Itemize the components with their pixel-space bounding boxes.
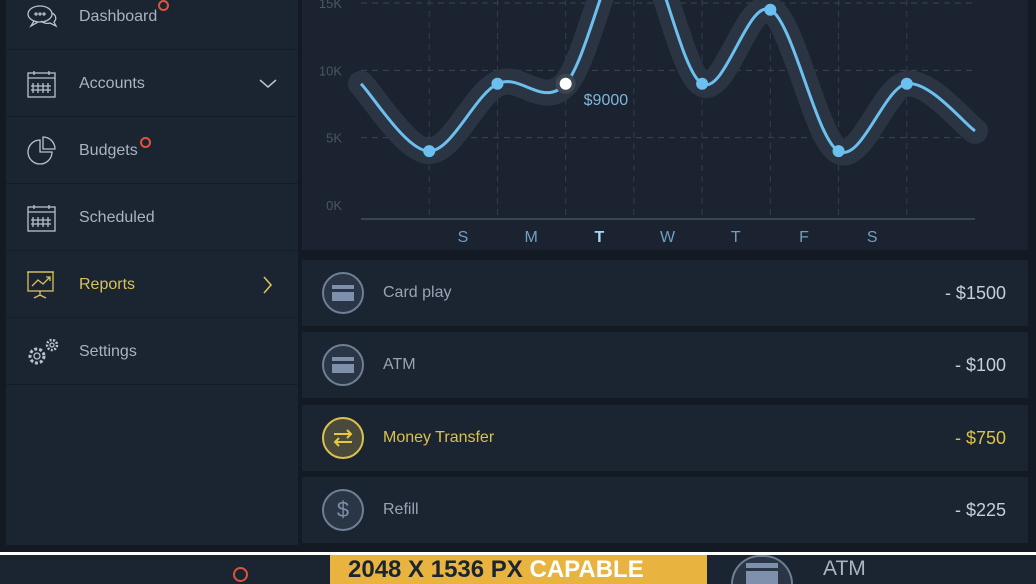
- banner-text: 2048 X 1536 PX: [348, 556, 530, 583]
- sidebar-item-label: Accounts: [79, 74, 145, 92]
- data-point: [832, 145, 845, 158]
- transfer-arrows-icon: [322, 417, 364, 459]
- data-point: [764, 3, 777, 16]
- credit-card-icon: [731, 555, 793, 584]
- transaction-amount: - $750: [954, 427, 1006, 448]
- presentation-chart-icon: [27, 270, 54, 299]
- x-tick-label: F: [799, 229, 809, 246]
- transaction-row[interactable]: Card play - $1500: [302, 260, 1028, 326]
- preview-strip: 2048 X 1536 PX CAPABLE ATM: [0, 552, 1036, 584]
- credit-card-icon: [322, 344, 364, 386]
- x-tick-label: S: [458, 229, 469, 246]
- sidebar: Dashboard Accounts Budgets Scheduled Rep…: [6, 0, 298, 545]
- sidebar-item-accounts[interactable]: Accounts: [6, 51, 298, 117]
- credit-card-icon: [322, 272, 364, 314]
- gears-icon: [28, 338, 59, 364]
- transaction-row[interactable]: $ Refill - $225: [302, 477, 1028, 543]
- x-tick-label: M: [525, 229, 538, 246]
- resolution-banner: 2048 X 1536 PX CAPABLE: [330, 555, 707, 584]
- y-tick-label: 10K: [319, 63, 342, 78]
- y-tick-label: 5K: [326, 131, 342, 146]
- transaction-name: ATM: [823, 557, 866, 580]
- data-point: [491, 77, 504, 90]
- sidebar-item-budgets[interactable]: Budgets: [6, 118, 298, 184]
- pie-chart-icon: [27, 135, 56, 165]
- data-point: [696, 77, 709, 90]
- data-point: [900, 77, 913, 90]
- chevron-right-icon[interactable]: [258, 275, 278, 295]
- x-tick-label: S: [867, 229, 878, 246]
- chevron-down-icon[interactable]: [258, 74, 278, 94]
- line-chart: 0K 5K 10K 15K $9000 S M T W T F S: [319, 0, 988, 246]
- transaction-name: Money Transfer: [383, 429, 495, 446]
- sidebar-item-dashboard[interactable]: Dashboard: [6, 0, 298, 50]
- sidebar-item-label: Budgets: [79, 141, 138, 159]
- sidebar-item-scheduled[interactable]: Scheduled: [6, 185, 298, 251]
- sidebar-item-label: Dashboard: [79, 7, 158, 25]
- sidebar-item-label: Settings: [79, 342, 137, 360]
- calendar-icon: [27, 204, 56, 232]
- x-tick-label: W: [660, 229, 676, 246]
- data-point-selected: [559, 77, 572, 90]
- y-tick-label: 15K: [319, 0, 342, 11]
- data-point: [423, 145, 436, 158]
- transaction-amount: - $1500: [944, 282, 1006, 303]
- notification-badge: [158, 0, 169, 11]
- transaction-row[interactable]: Money Transfer - $750: [302, 405, 1028, 471]
- transaction-amount: - $225: [954, 499, 1006, 520]
- dollar-symbol: $: [336, 497, 350, 522]
- transaction-row[interactable]: ATM - $100: [302, 332, 1028, 398]
- transaction-amount: - $100: [954, 354, 1006, 375]
- sidebar-item-settings[interactable]: Settings: [6, 319, 298, 385]
- x-tick-label: T: [595, 229, 605, 246]
- sidebar-item-label: Scheduled: [79, 208, 155, 226]
- notification-badge: [140, 137, 151, 148]
- sidebar-item-reports[interactable]: Reports: [6, 252, 298, 318]
- transaction-name: Refill: [383, 501, 419, 518]
- series-band: [348, 0, 988, 166]
- data-label: $9000: [584, 92, 629, 109]
- banner-highlight: CAPABLE: [529, 556, 644, 583]
- transaction-name: Card play: [383, 284, 452, 301]
- chat-bubbles-icon: [27, 4, 58, 28]
- transaction-name: ATM: [383, 356, 416, 373]
- x-tick-label: T: [731, 229, 741, 246]
- sidebar-item-label: Reports: [79, 275, 136, 293]
- dollar-icon: $: [322, 489, 364, 531]
- notification-badge: [233, 567, 248, 582]
- weekly-chart: 0K 5K 10K 15K $9000 S M T W T F S: [302, 0, 1028, 250]
- y-tick-label: 0K: [326, 198, 342, 213]
- calendar-icon: [27, 70, 56, 98]
